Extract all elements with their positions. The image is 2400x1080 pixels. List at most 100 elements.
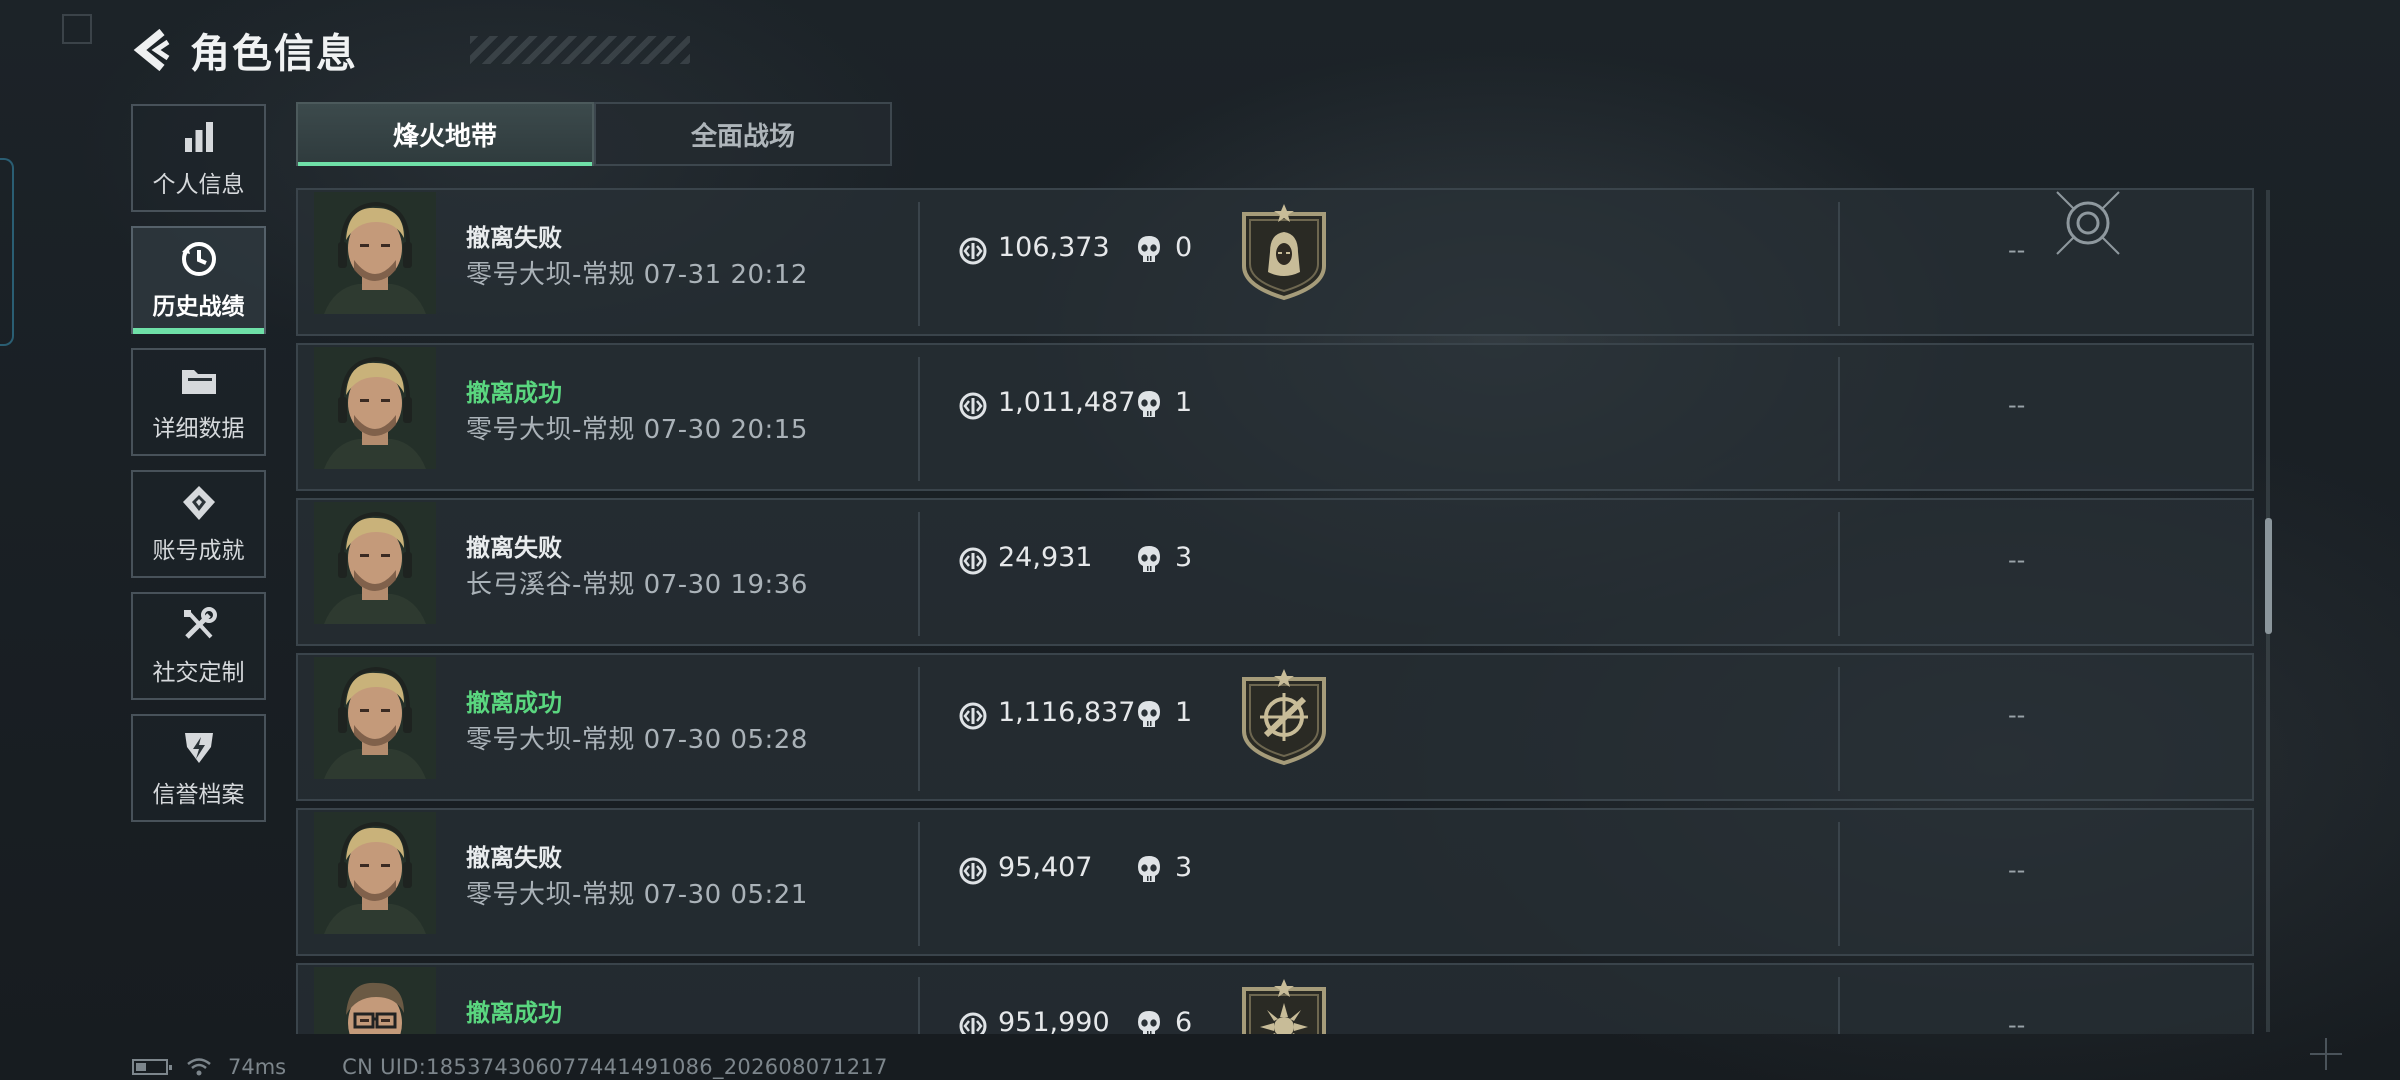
edge-bracket [0,158,14,346]
value-coin-icon [958,391,988,421]
extracted-value: 106,373 [998,232,1110,263]
wifi-icon [187,1058,211,1076]
value-coin-icon [958,546,988,576]
extra-stat: -- [2008,546,2026,574]
page-title: 角色信息 [190,31,358,77]
folder-icon [179,361,219,401]
sidebar-item-history[interactable]: 历史战绩 [131,226,266,334]
extraction-status: 撤离失败 [466,224,562,252]
extraction-status: 撤离失败 [466,844,562,872]
corner-frame [62,14,92,44]
status-bar: 74ms CN UID:1853743060774414910​86_20260… [132,1054,888,1080]
match-record-row[interactable]: 撤离失败 长弓溪谷-常规 07-30 19:36 24,931 3 -- [296,498,2254,646]
operator-avatar [314,502,436,624]
column-divider [918,977,920,1034]
column-divider [918,822,920,946]
extraction-status: 撤离失败 [466,534,562,562]
match-record-row[interactable]: 撤离成功 零号大坝-常规 07-30 00:58 951,990 6 -- [296,963,2254,1034]
match-record-row[interactable]: 撤离失败 零号大坝-常规 07-31 20:12 106,373 0 -- [296,188,2254,336]
ping-text: 74ms [228,1055,287,1079]
hooded-figure-badge [1238,202,1330,302]
operator-avatar [314,192,436,314]
sidebar-item-label: 账号成就 [152,538,245,564]
scrollbar-thumb[interactable] [2265,518,2272,634]
sidebar-item-details[interactable]: 详细数据 [131,348,266,456]
extracted-value: 1,011,487 [998,387,1136,418]
value-coin-icon [958,701,988,731]
tab-full-battlefield[interactable]: 全面战场 [594,102,892,166]
sidebar-item-reputation[interactable]: 信誉档案 [131,714,266,822]
header: 角色信息 [130,22,690,78]
target-reticle-icon[interactable] [2055,190,2121,256]
match-record-row[interactable]: 撤离失败 零号大坝-常规 07-30 05:21 95,407 3 -- [296,808,2254,956]
skull-kills-icon [1136,234,1162,266]
map-mode-time: 零号大坝-常规 07-30 20:15 [466,415,808,445]
skull-kills-icon [1136,544,1162,576]
kill-count: 1 [1175,697,1193,728]
sidebar: 个人信息 历史战绩 详细数据 账号成就 社交定制 信誉档案 [131,104,266,836]
bar-chart-icon [179,117,219,157]
sidebar-item-label: 历史战绩 [152,294,245,320]
extracted-value: 95,407 [998,852,1093,883]
crosshair-icon [2310,1038,2342,1070]
column-divider [918,357,920,481]
skull-kills-icon [1136,854,1162,886]
map-mode-time: 零号大坝-常规 07-30 05:21 [466,880,808,910]
kill-count: 0 [1175,232,1193,263]
extracted-value: 1,116,837 [998,697,1136,728]
match-record-row[interactable]: 撤离成功 零号大坝-常规 07-30 05:28 1,116,837 1 -- [296,653,2254,801]
map-mode-time: 零号大坝-常规 07-30 05:28 [466,725,808,755]
skull-kills-icon [1136,1009,1162,1034]
shield-bolt-icon [179,727,219,767]
value-coin-icon [958,1011,988,1034]
sun-burst-badge [1238,977,1330,1034]
operator-avatar [314,347,436,469]
mode-tabs: 烽火地带 全面战场 [296,102,892,166]
skull-kills-icon [1136,699,1162,731]
uid-text: CN UID:1853743060774414910​86_2026080712… [342,1055,888,1079]
sidebar-item-label: 个人信息 [152,172,245,198]
sidebar-item-label: 详细数据 [152,416,245,442]
value-coin-icon [958,856,988,886]
kill-count: 3 [1175,542,1193,573]
history-clock-icon [179,239,219,279]
column-divider [1838,667,1840,791]
skull-kills-icon [1136,389,1162,421]
column-divider [1838,512,1840,636]
sidebar-item-social[interactable]: 社交定制 [131,592,266,700]
operator-avatar [314,967,436,1034]
column-divider [1838,822,1840,946]
title-stripes [470,36,690,64]
column-divider [918,202,920,326]
extra-stat: -- [2008,236,2026,264]
extra-stat: -- [2008,391,2026,419]
extracted-value: 24,931 [998,542,1093,573]
sidebar-item-achievements[interactable]: 账号成就 [131,470,266,578]
kill-count: 1 [1175,387,1193,418]
battery-icon [132,1059,172,1075]
achievement-icon [179,483,219,523]
crosshair-rifle-badge [1238,667,1330,767]
sidebar-item-label: 信誉档案 [152,782,245,808]
extra-stat: -- [2008,701,2026,729]
extraction-status: 撤离成功 [466,999,562,1027]
back-arrow-icon[interactable] [130,26,174,74]
map-mode-time: 零号大坝-常规 07-30 00:58 [466,1029,808,1034]
match-record-row[interactable]: 撤离成功 零号大坝-常规 07-30 20:15 1,011,487 1 -- [296,343,2254,491]
column-divider [1838,977,1840,1034]
extra-stat: -- [2008,856,2026,884]
map-mode-time: 长弓溪谷-常规 07-30 19:36 [466,570,808,600]
column-divider [918,512,920,636]
operator-avatar [314,657,436,779]
match-history-list[interactable]: 撤离失败 零号大坝-常规 07-31 20:12 106,373 0 -- 撤离… [296,188,2254,1034]
kill-count: 3 [1175,852,1193,883]
value-coin-icon [958,236,988,266]
sidebar-item-profile[interactable]: 个人信息 [131,104,266,212]
column-divider [918,667,920,791]
wrench-screwdriver-icon [179,605,219,645]
map-mode-time: 零号大坝-常规 07-31 20:12 [466,260,808,290]
sidebar-item-label: 社交定制 [152,660,245,686]
column-divider [1838,202,1840,326]
operator-avatar [314,812,436,934]
tab-firezone[interactable]: 烽火地带 [296,102,594,166]
